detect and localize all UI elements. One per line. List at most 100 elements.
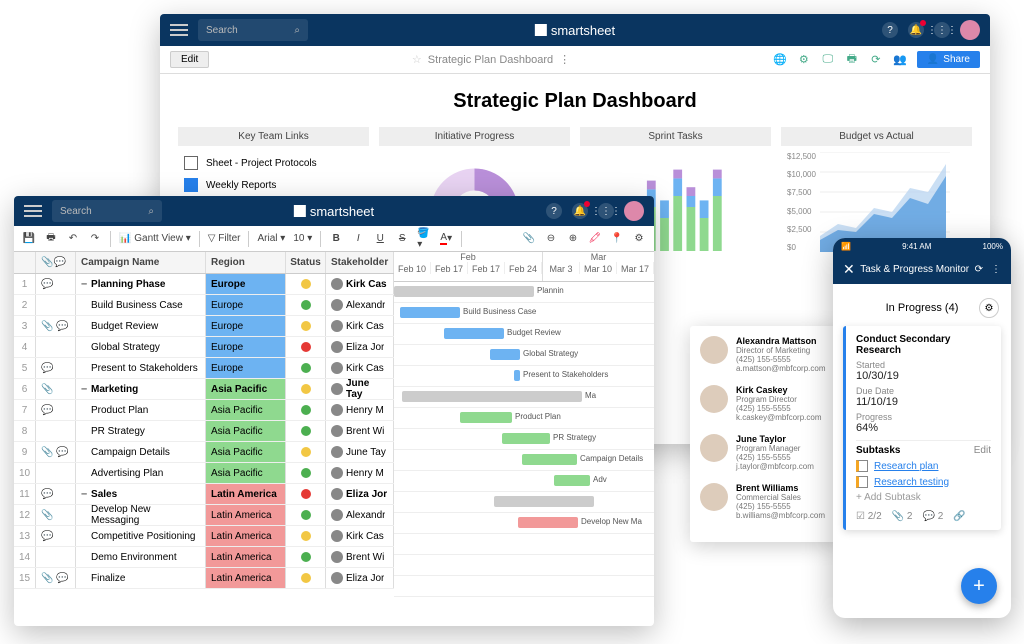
table-row[interactable]: 7💬Product PlanAsia PacificHenry M xyxy=(14,400,394,421)
gantt-bar[interactable] xyxy=(460,412,512,423)
gantt-bar[interactable] xyxy=(490,349,520,360)
textcolor-icon[interactable]: A▾ xyxy=(439,232,453,246)
cell-status[interactable] xyxy=(286,484,326,504)
task-card[interactable]: Conduct Secondary Research Started 10/30… xyxy=(843,326,1001,530)
cell-status[interactable] xyxy=(286,547,326,567)
row-icons[interactable]: 📎 💬 xyxy=(36,442,76,462)
row-icons[interactable] xyxy=(36,547,76,567)
search-input[interactable]: Search⌕ xyxy=(52,200,162,222)
refresh-icon[interactable]: ⟳ xyxy=(975,264,983,275)
share-button[interactable]: 👤 Share xyxy=(917,51,980,68)
cell-name[interactable]: Competitive Positioning xyxy=(76,526,206,546)
cell-region[interactable]: Asia Pacific xyxy=(206,463,286,483)
person-item[interactable]: Alexandra MattsonDirector of Marketing(4… xyxy=(700,336,830,373)
cell-status[interactable] xyxy=(286,463,326,483)
column-header[interactable]: Region xyxy=(206,252,286,273)
table-row[interactable]: 3📎 💬Budget ReviewEuropeKirk Cas xyxy=(14,316,394,337)
notifications-icon[interactable]: 🔔 xyxy=(908,22,924,38)
gantt-bar[interactable] xyxy=(444,328,504,339)
cell-stakeholder[interactable]: Eliza Jor xyxy=(326,484,394,504)
subtask-item[interactable]: Research testing xyxy=(856,476,991,488)
table-row[interactable]: 13💬Competitive PositioningLatin AmericaK… xyxy=(14,526,394,547)
cell-region[interactable]: Asia Pacific xyxy=(206,379,286,399)
table-row[interactable]: 6📎 −MarketingAsia PacificJune Tay xyxy=(14,379,394,400)
add-subtask[interactable]: + Add Subtask xyxy=(856,492,991,503)
more-icon[interactable]: ⋮ xyxy=(559,53,570,66)
row-icons[interactable] xyxy=(36,337,76,357)
cell-region[interactable]: Asia Pacific xyxy=(206,442,286,462)
table-row[interactable]: 12📎 Develop New MessagingLatin AmericaAl… xyxy=(14,505,394,526)
column-header[interactable]: Campaign Name xyxy=(76,252,206,273)
zoomin-icon[interactable]: ⊕ xyxy=(566,232,580,246)
print-icon[interactable]: 🖶 xyxy=(845,53,859,67)
column-header[interactable]: Stakeholder xyxy=(326,252,394,273)
cell-status[interactable] xyxy=(286,568,326,588)
cell-status[interactable] xyxy=(286,337,326,357)
globe-icon[interactable]: 🌐 xyxy=(773,53,787,67)
team-link[interactable]: Sheet - Project Protocols xyxy=(184,152,363,174)
person-item[interactable]: Brent WilliamsCommercial Sales(425) 155-… xyxy=(700,483,830,520)
cell-stakeholder[interactable]: Kirk Cas xyxy=(326,358,394,378)
cell-name[interactable]: Present to Stakeholders xyxy=(76,358,206,378)
search-input[interactable]: Search⌕ xyxy=(198,19,308,41)
highlight-icon[interactable]: 🖍 xyxy=(588,232,602,246)
more-icon[interactable]: ⋮ xyxy=(991,264,1001,275)
undo-icon[interactable]: ↶ xyxy=(66,232,80,246)
cell-stakeholder[interactable]: Kirk Cas xyxy=(326,526,394,546)
cell-region[interactable]: Europe xyxy=(206,316,286,336)
star-icon[interactable]: ☆ xyxy=(412,53,422,66)
cell-status[interactable] xyxy=(286,526,326,546)
cell-stakeholder[interactable]: Henry M xyxy=(326,400,394,420)
cell-name[interactable]: Develop New Messaging xyxy=(76,505,206,525)
column-header[interactable]: Status xyxy=(286,252,326,273)
cell-stakeholder[interactable]: Alexandr xyxy=(326,295,394,315)
table-row[interactable]: 11💬−SalesLatin AmericaEliza Jor xyxy=(14,484,394,505)
table-row[interactable]: 15📎 💬FinalizeLatin AmericaEliza Jor xyxy=(14,568,394,589)
cell-name[interactable]: PR Strategy xyxy=(76,421,206,441)
cell-status[interactable] xyxy=(286,505,326,525)
cell-region[interactable]: Asia Pacific xyxy=(206,400,286,420)
edit-link[interactable]: Edit xyxy=(974,445,991,456)
apps-icon[interactable]: ⋮⋮⋮ xyxy=(934,22,950,38)
subtask-item[interactable]: Research plan xyxy=(856,460,991,472)
filter-button[interactable]: ▽ Filter xyxy=(208,233,241,244)
strike-icon[interactable]: S xyxy=(395,232,409,246)
cell-name[interactable]: −Sales xyxy=(76,484,206,504)
cell-region[interactable]: Europe xyxy=(206,274,286,294)
checkbox-icon[interactable] xyxy=(856,460,868,472)
row-icons[interactable]: 📎 💬 xyxy=(36,568,76,588)
row-icons[interactable]: 💬 xyxy=(36,400,76,420)
cell-region[interactable]: Asia Pacific xyxy=(206,421,286,441)
cell-region[interactable]: Latin America xyxy=(206,505,286,525)
row-icons[interactable]: 💬 xyxy=(36,358,76,378)
row-icons[interactable] xyxy=(36,295,76,315)
cell-status[interactable] xyxy=(286,379,326,399)
italic-icon[interactable]: I xyxy=(351,232,365,246)
person-item[interactable]: Kirk CaskeyProgram Director(425) 155-555… xyxy=(700,385,830,422)
cell-region[interactable]: Europe xyxy=(206,358,286,378)
gantt-bar[interactable] xyxy=(494,496,594,507)
cell-name[interactable]: Budget Review xyxy=(76,316,206,336)
settings-icon[interactable]: ⚙ xyxy=(797,53,811,67)
cell-name[interactable]: Campaign Details xyxy=(76,442,206,462)
cell-name[interactable]: −Planning Phase xyxy=(76,274,206,294)
table-row[interactable]: 2Build Business CaseEuropeAlexandr xyxy=(14,295,394,316)
cell-region[interactable]: Latin America xyxy=(206,547,286,567)
cell-status[interactable] xyxy=(286,358,326,378)
row-icons[interactable]: 📎 xyxy=(36,505,76,525)
cell-stakeholder[interactable]: Eliza Jor xyxy=(326,337,394,357)
attach-icon[interactable]: 📎 xyxy=(522,232,536,246)
user-avatar[interactable] xyxy=(624,201,644,221)
print-icon[interactable]: 🖶 xyxy=(44,232,58,246)
cell-name[interactable]: Demo Environment xyxy=(76,547,206,567)
table-row[interactable]: 10Advertising PlanAsia PacificHenry M xyxy=(14,463,394,484)
cell-name[interactable]: Advertising Plan xyxy=(76,463,206,483)
apps-icon[interactable]: ⋮⋮⋮ xyxy=(598,203,614,219)
fontsize-dropdown[interactable]: 10 ▾ xyxy=(293,233,312,244)
row-icons[interactable] xyxy=(36,421,76,441)
help-icon[interactable]: ? xyxy=(546,203,562,219)
row-icons[interactable]: 💬 xyxy=(36,484,76,504)
gantt-bar[interactable] xyxy=(402,391,582,402)
close-icon[interactable]: ✕ xyxy=(843,261,855,278)
cell-region[interactable]: Latin America xyxy=(206,484,286,504)
